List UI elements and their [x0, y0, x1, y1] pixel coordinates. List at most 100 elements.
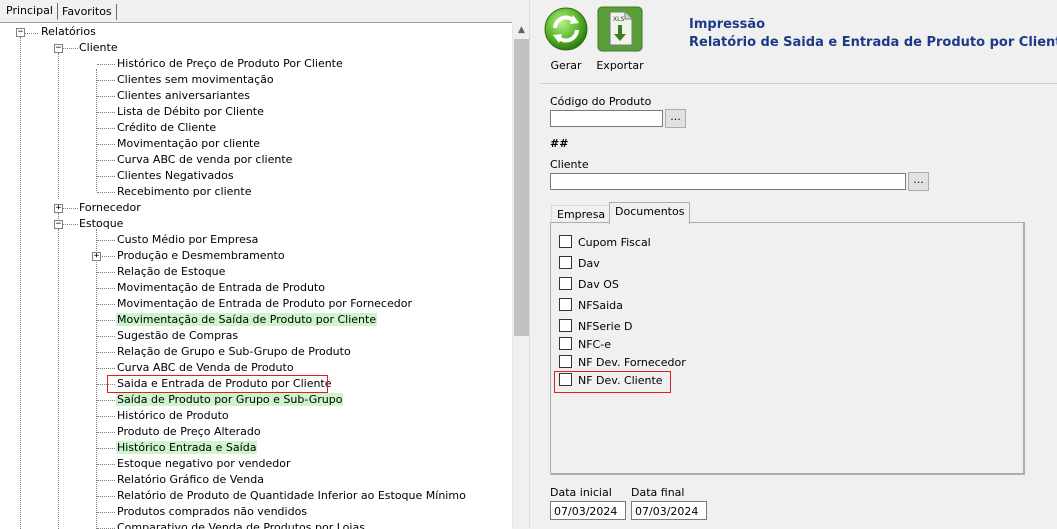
gerar-button[interactable]: Gerar — [541, 6, 591, 72]
checkbox[interactable] — [559, 337, 572, 350]
tree-line — [97, 320, 115, 321]
codigo-produto-browse-button[interactable]: ... — [665, 109, 686, 128]
tree-item[interactable]: Movimentação por cliente — [116, 136, 261, 152]
tree-item-label: Cliente — [79, 41, 118, 54]
tree-item[interactable]: Crédito de Cliente — [116, 120, 217, 136]
collapse-icon[interactable]: − — [16, 28, 25, 37]
scroll-up-icon[interactable]: ▲ — [513, 22, 530, 39]
tree-item[interactable]: Relação de Estoque — [116, 264, 226, 280]
checkbox[interactable] — [559, 319, 572, 332]
tab-documentos[interactable]: Documentos — [609, 202, 691, 224]
produto-description: ## — [550, 137, 569, 150]
report-tree: − Relatórios − Cliente Histórico de Preço de… — [0, 22, 512, 529]
checkbox[interactable] — [559, 277, 572, 290]
scroll-thumb[interactable] — [514, 39, 529, 336]
documentos-panel: Cupom Fiscal Dav Dav OS NFSaida NFSerie … — [550, 222, 1025, 475]
tree-item-estoque[interactable]: Estoque — [78, 216, 124, 232]
tree-item-label: Clientes aniversariantes — [117, 89, 250, 102]
tree-item[interactable]: Relação de Grupo e Sub-Grupo de Produto — [116, 344, 352, 360]
tree-line — [58, 229, 59, 529]
report-form: Código do Produto ... ## Cliente ... Emp… — [540, 83, 1057, 529]
page-subtitle: Relatório de Saida e Entrada de Produto … — [689, 35, 1057, 50]
tree-item-label: Crédito de Cliente — [117, 121, 217, 134]
refresh-icon — [544, 7, 588, 51]
tree-scrollbar[interactable]: ▲ — [512, 22, 530, 528]
check-label: Cupom Fiscal — [578, 236, 651, 249]
check-cupom-fiscal[interactable]: Cupom Fiscal — [559, 235, 651, 251]
tree-item[interactable]: Relatório Gráfico de Venda — [116, 472, 265, 488]
check-label: NFC-e — [578, 338, 611, 351]
data-final-input[interactable]: 07/03/2024 — [631, 501, 707, 520]
tree-item-label: Relatório Gráfico de Venda — [117, 473, 264, 486]
tree-item-fornecedor[interactable]: Fornecedor — [78, 200, 142, 216]
tree-item[interactable]: Movimentação de Entrada de Produto — [116, 280, 326, 296]
left-tabs: Principal Favoritos — [0, 0, 531, 22]
checkbox[interactable] — [559, 256, 572, 269]
tree-item[interactable]: Relatório de Produto de Quantidade Infer… — [116, 488, 467, 504]
tree-item[interactable]: Curva ABC de Venda de Produto — [116, 360, 295, 376]
tree-item[interactable]: Histórico Entrada e Saída — [116, 440, 258, 456]
tree-item[interactable]: Histórico de Produto — [116, 408, 230, 424]
selected-item-box — [107, 375, 328, 393]
tree-item[interactable]: Movimentação de Entrada de Produto por F… — [116, 296, 413, 312]
tree-item-label: Saída de Produto por Grupo e Sub-Grupo — [116, 393, 344, 406]
check-dav[interactable]: Dav — [559, 256, 600, 272]
data-inicial-label: Data inicial — [550, 486, 612, 499]
tree-item[interactable]: Histórico de Preço de Produto Por Client… — [116, 56, 344, 72]
codigo-produto-input[interactable] — [550, 110, 663, 127]
tree-item-relatorios[interactable]: Relatórios — [40, 24, 97, 40]
tree-line — [96, 229, 97, 529]
check-label: NFSerie D — [578, 320, 633, 333]
tree-item[interactable]: Produto de Preço Alterado — [116, 424, 262, 440]
check-nfsaida[interactable]: NFSaida — [559, 298, 623, 314]
gerar-label: Gerar — [550, 59, 582, 72]
check-nfc-e[interactable]: NFC-e — [559, 337, 611, 353]
tree-item[interactable]: Clientes sem movimentação — [116, 72, 275, 88]
tree-item-label: Movimentação de Entrada de Produto — [117, 281, 325, 294]
data-inicial-input[interactable]: 07/03/2024 — [550, 501, 626, 520]
tree-line — [97, 496, 115, 497]
tree-item[interactable]: Clientes aniversariantes — [116, 88, 251, 104]
tree-item[interactable]: Produtos comprados não vendidos — [116, 504, 308, 520]
exportar-button[interactable]: XLS Exportar — [595, 6, 645, 72]
check-nfserie-d[interactable]: NFSerie D — [559, 319, 632, 335]
tree-item-label: Estoque — [79, 217, 124, 230]
tree-item[interactable]: Saída de Produto por Grupo e Sub-Grupo — [116, 392, 344, 408]
check-dav-os[interactable]: Dav OS — [559, 277, 619, 293]
checkbox[interactable] — [559, 235, 572, 248]
tree-item[interactable]: Lista de Débito por Cliente — [116, 104, 265, 120]
tree-line — [97, 336, 115, 337]
cliente-browse-button[interactable]: ... — [908, 172, 929, 191]
tree-item-cliente[interactable]: Cliente — [78, 40, 119, 56]
check-nf-dev-fornecedor[interactable]: NF Dev. Fornecedor — [559, 355, 686, 371]
tree-line — [97, 272, 115, 273]
tree-line — [97, 448, 115, 449]
tree-item[interactable]: Recebimento por cliente — [116, 184, 252, 200]
tree-item-label: Estoque negativo por vendedor — [117, 457, 291, 470]
tree-item[interactable]: Movimentação de Saída de Produto por Cli… — [116, 312, 378, 328]
tree-item[interactable]: Custo Médio por Empresa — [116, 232, 259, 248]
tree-item[interactable]: Estoque negativo por vendedor — [116, 456, 291, 472]
check-label: NF Dev. Fornecedor — [578, 356, 686, 369]
tree-item-label: Histórico de Preço de Produto Por Client… — [117, 57, 343, 70]
tree-line — [97, 400, 115, 401]
tab-principal[interactable]: Principal — [2, 3, 58, 20]
tree-item[interactable]: Sugestão de Compras — [116, 328, 239, 344]
cliente-input[interactable] — [550, 173, 906, 190]
exportar-label: Exportar — [596, 59, 644, 72]
tab-favoritos[interactable]: Favoritos — [58, 4, 117, 20]
data-final-label: Data final — [631, 486, 685, 499]
tree-item[interactable]: Curva ABC de venda por cliente — [116, 152, 293, 168]
tree-item-label: Lista de Débito por Cliente — [117, 105, 264, 118]
tree-item-label: Clientes sem movimentação — [117, 73, 274, 86]
tree-line — [62, 208, 78, 209]
checkbox[interactable] — [559, 355, 572, 368]
tree-line — [96, 69, 97, 191]
tree-item-label: Histórico Entrada e Saída — [116, 441, 258, 454]
tree-item[interactable]: Produção e Desmembramento — [116, 248, 286, 264]
tree-line — [97, 96, 115, 97]
tree-item-label: Relação de Grupo e Sub-Grupo de Produto — [117, 345, 351, 358]
checkbox[interactable] — [559, 298, 572, 311]
tree-line — [97, 512, 115, 513]
tree-item[interactable]: Clientes Negativados — [116, 168, 235, 184]
